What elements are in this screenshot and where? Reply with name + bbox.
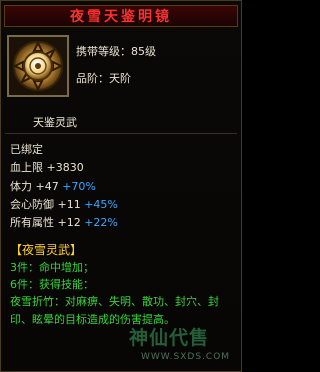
watermark-logo: 神仙代售 [129,327,210,349]
mirror-icon [9,37,67,95]
stat-constitution: 体力 +47 +70% [10,178,96,194]
item-tooltip: 夜雪天鉴明镜 携带等级：85级 品阶：天阶 天鉴灵武 已绑定 血上限 +3830… [0,0,242,372]
set-bonus-6: 6件：获得技能： [10,278,94,291]
bound-status: 已绑定 [10,143,43,156]
item-icon-frame[interactable] [7,35,69,97]
divider [5,133,237,134]
stat-label: 体力 [10,180,32,193]
stat-label: 血上限 [10,161,43,174]
stat-label: 会心防御 [10,198,54,211]
set-title: 【夜雪灵武】 [10,243,83,257]
watermark-url: WWW.SXDS.COM [141,352,231,362]
stat-all-attributes: 所有属性 +12 +22% [10,214,118,230]
stat-crit-defense: 会心防御 +11 +45% [10,196,118,212]
stat-value: +11 [57,198,81,211]
item-title-bar: 夜雪天鉴明镜 [4,5,238,27]
item-rank: 品阶：天阶 [76,72,131,85]
stat-percent: +45% [84,198,118,211]
stat-value: +12 [57,216,81,229]
stat-label: 所有属性 [10,216,54,229]
stat-percent: +22% [84,216,118,229]
set-bonus-3: 3件：命中增加； [10,261,94,274]
stat-hp: 血上限 +3830 [10,159,84,175]
stat-value: +3830 [46,161,84,174]
carry-level: 携带等级：85级 [76,45,156,58]
item-subname: 天鉴灵武 [33,116,77,129]
stat-percent: +70% [62,180,96,193]
item-title: 夜雪天鉴明镜 [70,9,172,25]
stat-value: +47 [35,180,59,193]
